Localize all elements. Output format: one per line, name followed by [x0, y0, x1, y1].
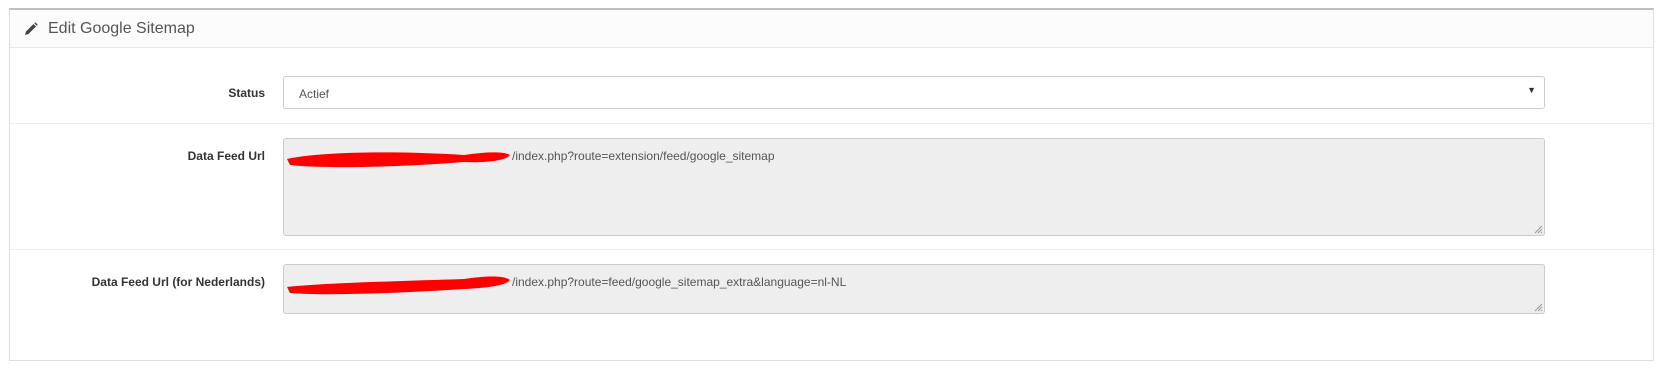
data-feed-url-nl-label: Data Feed Url (for Nederlands) [91, 275, 265, 289]
form-row-data-feed-url-nl: Data Feed Url (for Nederlands) /index.ph… [10, 250, 1653, 361]
data-feed-url-label: Data Feed Url [187, 149, 265, 163]
form-row-status: Status Actief ▼ [10, 48, 1653, 124]
data-feed-url-value: /index.php?route=extension/feed/google_s… [512, 149, 775, 163]
status-label: Status [228, 86, 265, 100]
status-select-value: Actief [299, 87, 330, 101]
data-feed-url-nl-value: /index.php?route=feed/google_sitemap_ext… [512, 275, 847, 289]
pencil-icon [24, 21, 38, 36]
resize-grip-icon[interactable] [1534, 225, 1543, 234]
redaction-mark [287, 152, 510, 168]
data-feed-url-nl-textarea[interactable]: /index.php?route=feed/google_sitemap_ext… [283, 264, 1545, 314]
panel-heading: Edit Google Sitemap [10, 10, 1653, 48]
dropdown-arrow-icon: ▼ [1527, 85, 1536, 95]
panel-title: Edit Google Sitemap [48, 19, 195, 37]
data-feed-url-textarea[interactable]: /index.php?route=extension/feed/google_s… [283, 138, 1545, 236]
redaction-mark [287, 276, 510, 295]
form-row-data-feed-url: Data Feed Url /index.php?route=extension… [10, 124, 1653, 250]
resize-grip-icon[interactable] [1534, 303, 1543, 312]
edit-google-sitemap-panel: Edit Google Sitemap Status Actief ▼ Data… [9, 8, 1654, 361]
status-select[interactable]: Actief ▼ [283, 76, 1545, 109]
